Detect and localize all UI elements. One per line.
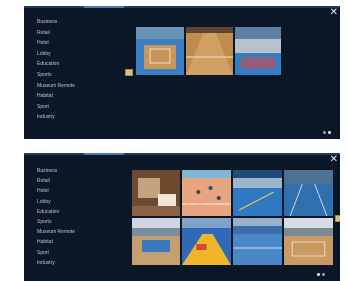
menu-item-sports[interactable]: Sports bbox=[37, 70, 75, 81]
menu-item-education[interactable]: Education bbox=[37, 207, 75, 217]
page-dot-active[interactable] bbox=[328, 131, 331, 134]
pagination-dots bbox=[317, 273, 325, 276]
page-dot[interactable] bbox=[323, 131, 326, 134]
top-progress-segment bbox=[84, 153, 124, 155]
thumbnail-colorful-floor[interactable] bbox=[182, 218, 231, 265]
thumbnail-blue-court[interactable] bbox=[233, 218, 282, 265]
menu-item-retail[interactable]: Retail bbox=[37, 176, 75, 186]
thumbnail-gallery bbox=[132, 170, 333, 265]
selected-category-marker bbox=[125, 69, 133, 76]
menu-item-habitat[interactable]: Habitat bbox=[37, 237, 75, 247]
close-icon[interactable]: ✕ bbox=[330, 155, 338, 165]
thumbnail-wood-sports-hall[interactable] bbox=[284, 218, 333, 265]
gallery-panel-bottom: ✕ Business Retail Hotel Lobby Education … bbox=[24, 153, 340, 281]
page-dot-active[interactable] bbox=[317, 273, 320, 276]
menu-item-sports[interactable]: Sports bbox=[37, 217, 75, 227]
thumbnail-blue-sports-hall[interactable] bbox=[235, 27, 281, 75]
menu-item-education[interactable]: Education bbox=[37, 59, 75, 70]
menu-item-hotel[interactable]: Hotel bbox=[37, 186, 75, 196]
thumbnail-blue-court-lanes[interactable] bbox=[284, 170, 333, 216]
menu-item-hotel[interactable]: Hotel bbox=[37, 38, 75, 49]
category-menu: Business Retail Hotel Lobby Education Sp… bbox=[37, 166, 75, 268]
menu-item-lobby[interactable]: Lobby bbox=[37, 49, 75, 60]
menu-item-industry[interactable]: Industry bbox=[37, 258, 75, 268]
menu-item-museum-remote[interactable]: Museum Remote bbox=[37, 227, 75, 237]
top-progress-line bbox=[24, 153, 340, 155]
selected-category-marker bbox=[335, 215, 340, 222]
menu-item-sport[interactable]: Sport bbox=[37, 248, 75, 258]
thumbnail-gallery bbox=[136, 27, 281, 75]
pagination-dots bbox=[323, 131, 331, 134]
top-progress-line bbox=[24, 6, 340, 8]
menu-item-industry[interactable]: Industry bbox=[37, 112, 75, 123]
menu-item-business[interactable]: Business bbox=[37, 166, 75, 176]
page-dot[interactable] bbox=[322, 273, 325, 276]
menu-item-sport[interactable]: Sport bbox=[37, 102, 75, 113]
category-menu: Business Retail Hotel Lobby Education Sp… bbox=[37, 17, 75, 123]
menu-item-habitat[interactable]: Habitat bbox=[37, 91, 75, 102]
menu-item-business[interactable]: Business bbox=[37, 17, 75, 28]
thumbnail-gym-interior[interactable] bbox=[132, 218, 180, 265]
thumbnail-blue-sports-hall[interactable] bbox=[233, 170, 282, 216]
close-icon[interactable]: ✕ bbox=[330, 8, 338, 18]
gallery-panel-top: ✕ Business Retail Hotel Lobby Education … bbox=[24, 6, 340, 139]
menu-item-retail[interactable]: Retail bbox=[37, 28, 75, 39]
top-progress-segment bbox=[84, 6, 124, 8]
thumbnail-parquet-court[interactable] bbox=[186, 27, 233, 75]
thumbnail-wood-gym-court[interactable] bbox=[136, 27, 184, 75]
menu-item-lobby[interactable]: Lobby bbox=[37, 197, 75, 207]
menu-item-museum-remote[interactable]: Museum Remote bbox=[37, 81, 75, 92]
thumbnail-wood-office[interactable] bbox=[132, 170, 180, 216]
thumbnail-orange-court[interactable] bbox=[182, 170, 231, 216]
